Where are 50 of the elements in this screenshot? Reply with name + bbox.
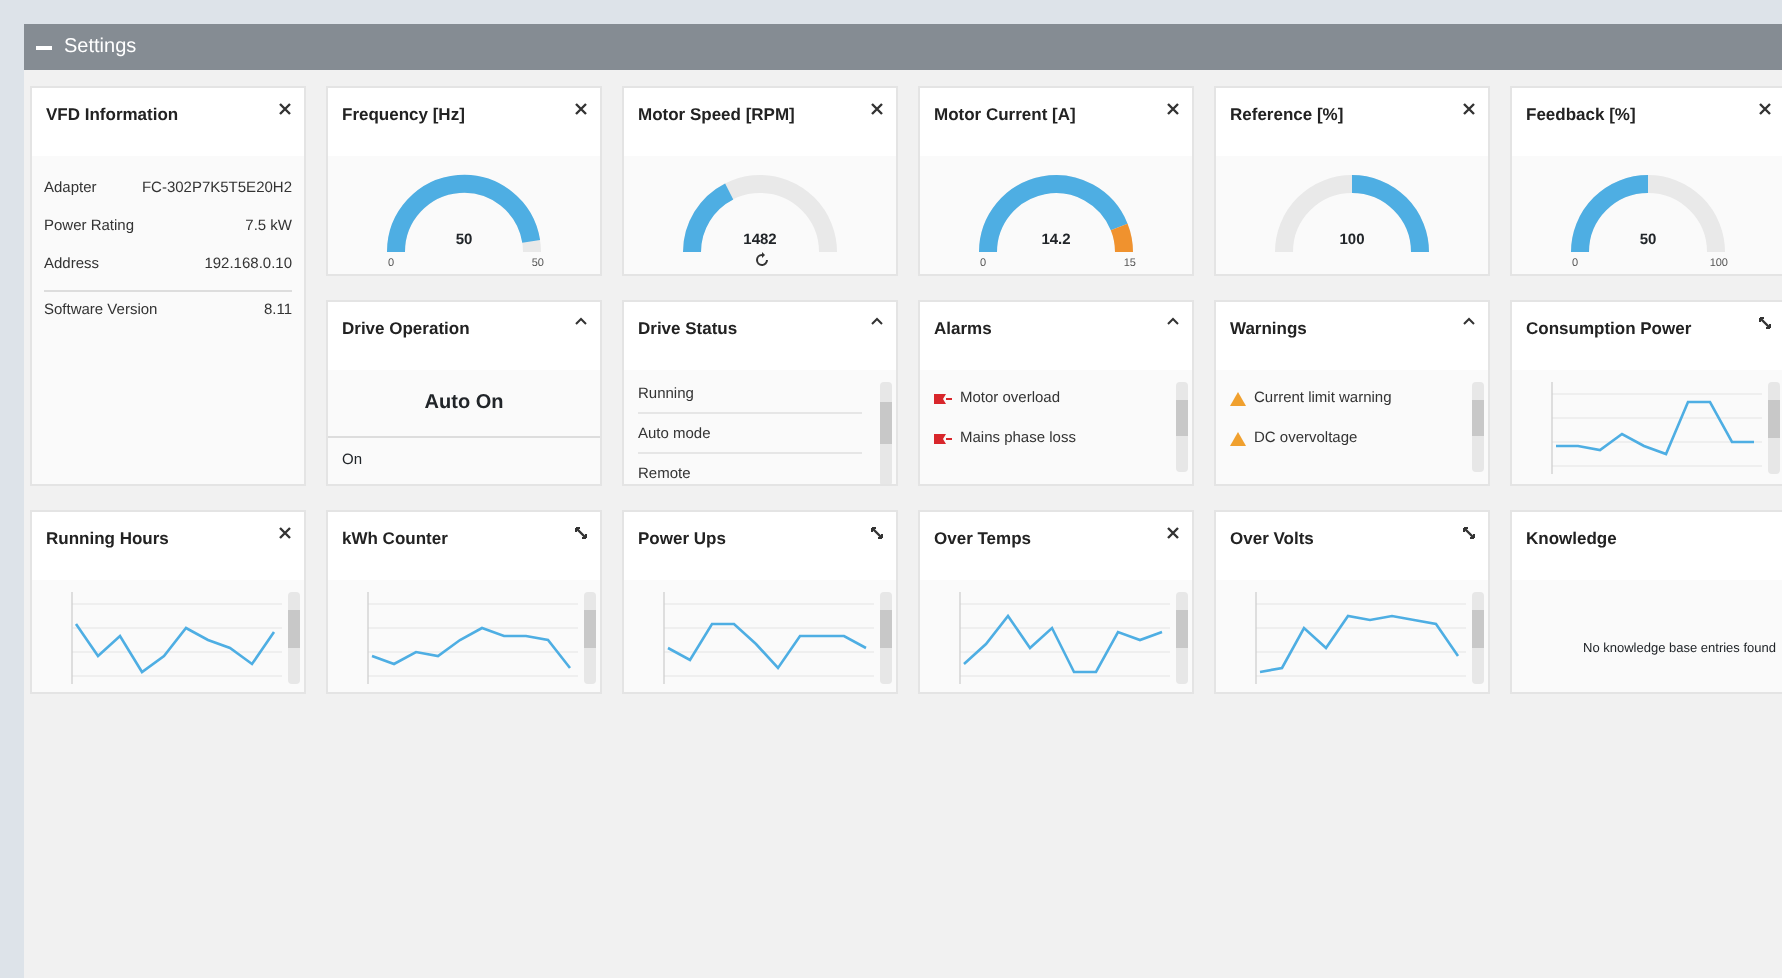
panel-title: Reference [%] [1230, 102, 1344, 128]
resize-icon[interactable] [1758, 316, 1772, 330]
panel-title: Feedback [%] [1526, 102, 1636, 128]
panel-title: Running Hours [46, 526, 169, 552]
panel-title: Drive Operation [342, 316, 470, 342]
scrollbar[interactable] [880, 592, 892, 684]
close-icon[interactable] [870, 102, 884, 116]
panel-title: Settings [64, 34, 137, 62]
chevron-up-icon[interactable] [574, 316, 588, 326]
scrollbar[interactable] [1472, 592, 1484, 684]
scrollbar[interactable] [880, 382, 892, 484]
scrollbar[interactable] [584, 592, 596, 684]
panel-title: Power Ups [638, 526, 726, 552]
alarm-icon [934, 431, 952, 445]
resize-icon[interactable] [1462, 526, 1476, 540]
close-icon[interactable] [1166, 526, 1180, 540]
panel-title: Drive Status [638, 316, 738, 342]
chevron-up-icon[interactable] [1462, 316, 1476, 326]
scrollbar[interactable] [1176, 382, 1188, 472]
warning-icon [1230, 431, 1246, 445]
chevron-up-icon[interactable] [1166, 316, 1180, 326]
close-icon[interactable] [574, 102, 588, 116]
resize-icon[interactable] [870, 526, 884, 540]
close-icon[interactable] [1462, 102, 1476, 116]
panel-title: Motor Speed [RPM] [638, 102, 795, 128]
scrollbar[interactable] [1472, 382, 1484, 472]
chevron-up-icon[interactable] [870, 316, 884, 326]
scrollbar[interactable] [1176, 592, 1188, 684]
panel-title: Alarms [934, 316, 992, 342]
collapse-icon[interactable] [36, 44, 52, 50]
refresh-icon[interactable] [754, 252, 770, 268]
panel-title: Consumption Power [1526, 316, 1692, 342]
panel-title: Frequency [Hz] [342, 102, 465, 128]
panel-title: Motor Current [A] [934, 102, 1076, 128]
warning-icon [1230, 391, 1246, 405]
resize-icon[interactable] [574, 526, 588, 540]
close-icon[interactable] [278, 526, 292, 540]
scrollbar[interactable] [1768, 382, 1780, 474]
panel-title: VFD Information [46, 102, 179, 128]
panel-title: kWh Counter [342, 526, 448, 552]
alarm-icon [934, 391, 952, 405]
panel-title: Over Volts [1230, 526, 1314, 552]
panel-title: Over Temps [934, 526, 1032, 552]
close-icon[interactable] [278, 102, 292, 116]
drive-mode: Auto On [328, 370, 600, 438]
panel-title: Warnings [1230, 316, 1307, 342]
panel-title: Knowledge [1526, 526, 1617, 552]
close-icon[interactable] [1758, 102, 1772, 116]
close-icon[interactable] [1166, 102, 1180, 116]
scrollbar[interactable] [288, 592, 300, 684]
